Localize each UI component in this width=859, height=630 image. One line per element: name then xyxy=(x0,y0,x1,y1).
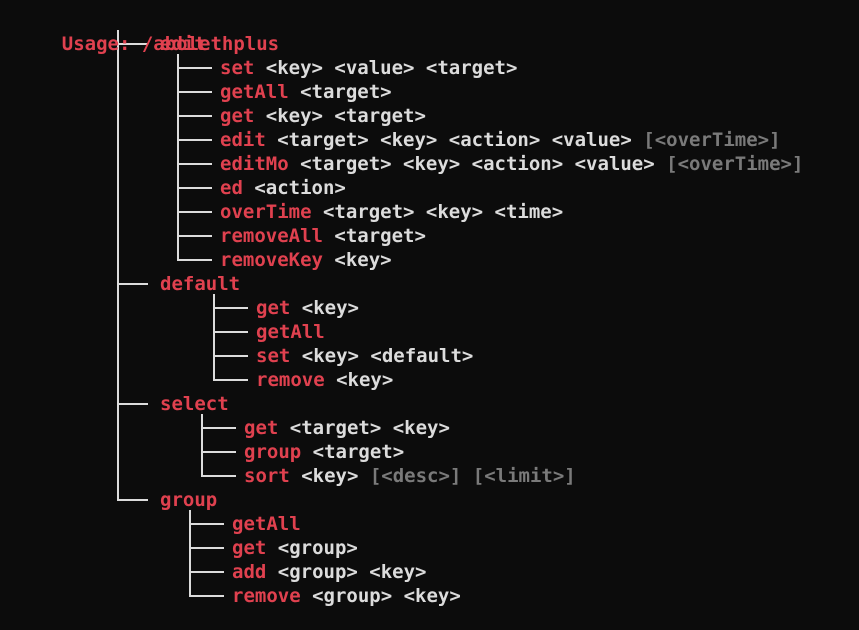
subcommand-name: getAll xyxy=(256,321,325,343)
subcommand-select-sort: sort <key> [<desc>] [<limit>] xyxy=(244,464,576,488)
usage-line: Usage: /abolethplus xyxy=(16,8,279,55)
subcommand-name: get xyxy=(256,297,291,319)
subcommand-name: get xyxy=(244,417,279,439)
subcommand-name: ed xyxy=(220,177,243,199)
subcommand-args: <target> xyxy=(288,81,392,103)
subcommand-args: <action> xyxy=(242,177,346,199)
subcommand-args: <key> xyxy=(324,369,394,391)
subcommand-default-get: get <key> xyxy=(256,296,359,320)
subcommand-args: <group> <key> xyxy=(266,561,427,583)
terminal-window: Usage: /abolethplus edit set <key> <value… xyxy=(0,0,859,630)
subcommand-name: removeKey xyxy=(220,249,323,271)
group-name: select xyxy=(160,393,229,415)
subcommand-args: <key> <value> <target> xyxy=(254,57,518,79)
subcommand-edit-set: set <key> <value> <target> xyxy=(220,56,517,80)
subcommand-optional-args: [<desc>] [<limit>] xyxy=(358,465,576,487)
subcommand-default-remove: remove <key> xyxy=(256,368,393,392)
subcommand-args: <target> xyxy=(322,225,426,247)
subcommand-group-add: add <group> <key> xyxy=(232,560,426,584)
subcommand-select-get: get <target> <key> xyxy=(244,416,450,440)
subcommand-group-getAll: getAll xyxy=(232,512,301,536)
subcommand-name: overTime xyxy=(220,201,312,223)
subcommand-group-remove: remove <group> <key> xyxy=(232,584,461,608)
group-default: default xyxy=(160,272,240,296)
subcommand-args: <key> xyxy=(289,465,359,487)
subcommand-name: get xyxy=(220,105,255,127)
group-group: group xyxy=(160,488,217,512)
subcommand-optional-args: [<overTime>] xyxy=(631,129,781,151)
subcommand-edit-ed: ed <action> xyxy=(220,176,346,200)
subcommand-name: set xyxy=(256,345,291,367)
group-edit: edit xyxy=(160,32,206,56)
subcommand-name: remove xyxy=(256,369,325,391)
group-name: group xyxy=(160,489,218,511)
group-name: edit xyxy=(160,33,206,55)
subcommand-edit-removeKey: removeKey <key> xyxy=(220,248,392,272)
subcommand-edit-getAll: getAll <target> xyxy=(220,80,392,104)
subcommand-name: sort xyxy=(244,465,290,487)
subcommand-optional-args: [<overTime>] xyxy=(654,153,804,175)
usage-prefix: Usage: xyxy=(61,33,142,55)
subcommand-args: <target> <key> xyxy=(278,417,450,439)
subcommand-name: editMo xyxy=(220,153,289,175)
subcommand-select-group: group <target> xyxy=(244,440,404,464)
subcommand-args: <group> <key> xyxy=(300,585,461,607)
subcommand-args: <key> <target> xyxy=(254,105,426,127)
subcommand-name: remove xyxy=(232,585,301,607)
subcommand-edit-editMo: editMo <target> <key> <action> <value> [… xyxy=(220,152,803,176)
subcommand-name: get xyxy=(232,537,267,559)
subcommand-args: <target> <key> <time> xyxy=(311,201,564,223)
subcommand-edit-edit: edit <target> <key> <action> <value> [<o… xyxy=(220,128,781,152)
subcommand-name: edit xyxy=(220,129,266,151)
subcommand-args: <target> <key> <action> <value> xyxy=(265,129,632,151)
subcommand-group-get: get <group> xyxy=(232,536,358,560)
group-name: default xyxy=(160,273,241,295)
subcommand-edit-get: get <key> <target> xyxy=(220,104,426,128)
tree-connectors xyxy=(117,30,248,597)
subcommand-edit-overTime: overTime <target> <key> <time> xyxy=(220,200,563,224)
subcommand-default-set: set <key> <default> xyxy=(256,344,473,368)
subcommand-name: set xyxy=(220,57,255,79)
subcommand-name: group xyxy=(244,441,302,463)
subcommand-name: add xyxy=(232,561,267,583)
subcommand-args: <key> <default> xyxy=(290,345,474,367)
subcommand-args: <target> xyxy=(301,441,405,463)
subcommand-args: <group> xyxy=(266,537,358,559)
subcommand-name: removeAll xyxy=(220,225,323,247)
subcommand-edit-removeAll: removeAll <target> xyxy=(220,224,426,248)
subcommand-args: <key> xyxy=(290,297,359,319)
subcommand-args: <target> <key> <action> <value> xyxy=(288,153,655,175)
subcommand-name: getAll xyxy=(220,81,289,103)
subcommand-args: <key> xyxy=(322,249,392,271)
subcommand-name: getAll xyxy=(232,513,301,535)
subcommand-default-getAll: getAll xyxy=(256,320,325,344)
group-select: select xyxy=(160,392,229,416)
